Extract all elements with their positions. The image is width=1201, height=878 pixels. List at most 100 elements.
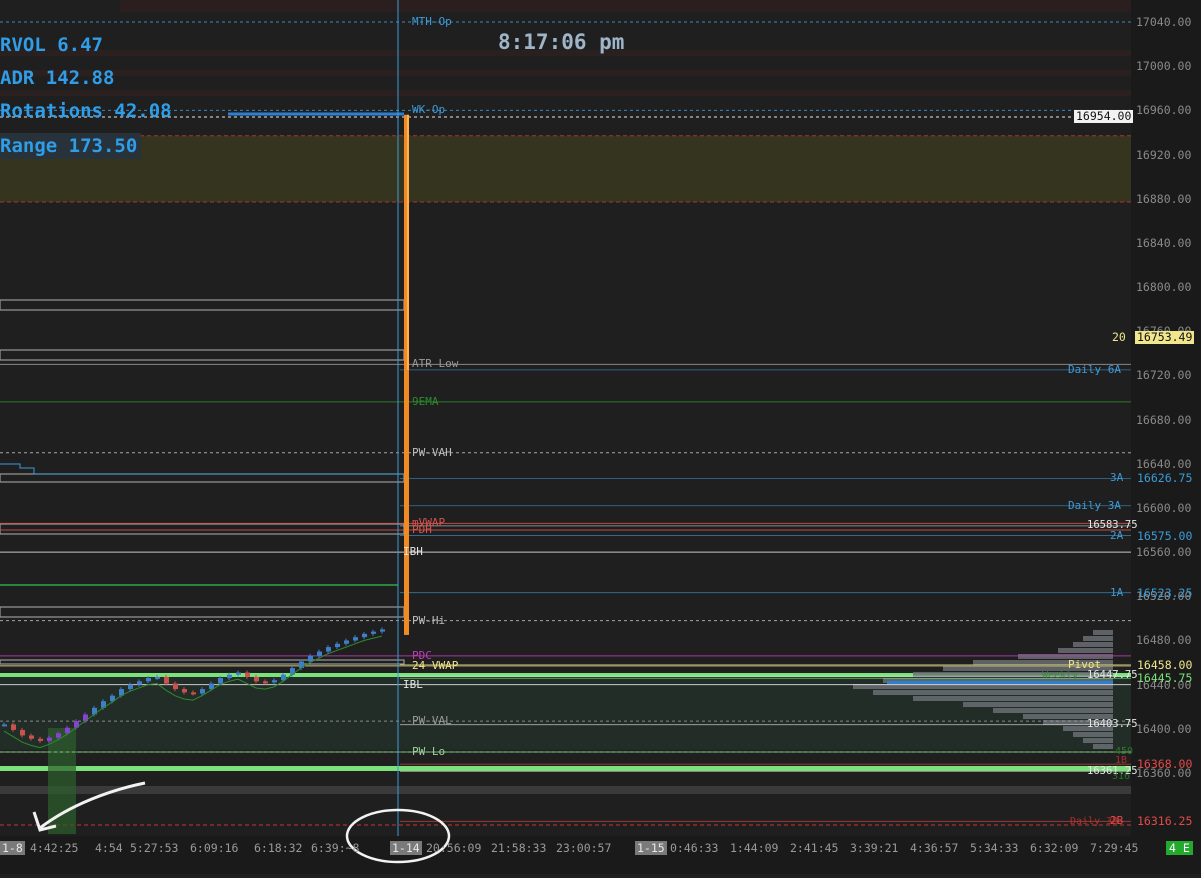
spike-wick xyxy=(407,114,409,370)
level-label-0: MTH-Op xyxy=(412,15,452,28)
y-tick-label-3: 16920.00 xyxy=(1136,147,1192,162)
right-fragment-0: Weekly xyxy=(1042,670,1079,681)
y-tick-label-14: 16480.00 xyxy=(1136,633,1192,648)
x-tick-label-9: 21:58:33 xyxy=(491,841,547,855)
level-label-10: 24 VWAP xyxy=(412,658,459,672)
volume-profile-bar-13 xyxy=(993,708,1113,713)
volume-profile-bar-18 xyxy=(1083,738,1113,743)
level-label-13: PW-Lo xyxy=(412,745,446,759)
level-label-1: WK-Op xyxy=(412,103,446,117)
x-tick-label-6: 6:39:~8 xyxy=(311,841,360,855)
x-tick-label-4: 6:09:16 xyxy=(190,841,239,855)
sma-label: 20 xyxy=(1112,330,1126,344)
chart-area[interactable]: RVOL 6.47 ADR 142.88 Rotations 42.08 Ran… xyxy=(0,0,1201,874)
candle-15 xyxy=(137,681,142,685)
x-tick-label-7: 1-14 xyxy=(390,841,422,855)
y-tick-label-8: 16720.00 xyxy=(1136,368,1192,383)
x-tick-label-13: 1:44:09 xyxy=(730,841,779,855)
level-label-6: PDH xyxy=(412,523,432,537)
right-level-label-5: 1A xyxy=(1110,585,1124,599)
candle-35 xyxy=(317,651,322,656)
candle-37 xyxy=(335,643,340,648)
range-stat: Range 173.50 xyxy=(0,133,142,159)
y-tick-label-16: 16400.00 xyxy=(1136,721,1192,736)
y-tick-label-9: 16680.00 xyxy=(1136,412,1192,427)
candle-42 xyxy=(380,629,385,632)
candle-20 xyxy=(182,689,187,693)
level-label-11: IBL xyxy=(403,677,423,691)
top-band xyxy=(120,0,1131,12)
candle-4 xyxy=(38,738,43,741)
candle-40 xyxy=(362,633,367,638)
volume-profile-bar-17 xyxy=(1073,732,1113,737)
candle-14 xyxy=(128,684,133,690)
candle-1 xyxy=(11,724,16,730)
y-tick-label-12: 16560.00 xyxy=(1136,545,1192,560)
x-tick-label-0: 1-8 xyxy=(0,841,25,855)
candle-16 xyxy=(146,678,151,682)
gray-band xyxy=(0,786,1131,794)
volume-profile-bar-0 xyxy=(1093,630,1113,635)
volume-profile-poc xyxy=(887,681,1113,684)
x-tick-label-17: 5:34:33 xyxy=(970,841,1019,855)
candle-24 xyxy=(218,678,223,684)
right-level-value-7: 16447.75 xyxy=(1087,669,1138,682)
candle-3 xyxy=(29,735,34,739)
candle-10 xyxy=(92,707,97,715)
right-fragment-4: 316 xyxy=(1112,771,1131,782)
y-tick-label-11: 16600.00 xyxy=(1136,500,1192,515)
level-label-4: PW-VAH xyxy=(412,445,452,459)
volume-profile-bar-10 xyxy=(873,690,1113,695)
right-level-label-2: Daily 3A xyxy=(1068,498,1121,512)
candle-19 xyxy=(173,683,178,690)
x-tick-label-10: 23:00:57 xyxy=(556,841,612,855)
right-level-value-10: 16368.00 xyxy=(1137,757,1193,772)
candle-0 xyxy=(2,724,7,727)
candle-2 xyxy=(20,729,25,736)
x-tick-label-3: 5:27:53 xyxy=(130,841,179,855)
volume-profile-bar-11 xyxy=(913,696,1113,701)
y-tick-label-2: 16960.00 xyxy=(1136,103,1192,118)
candle-22 xyxy=(200,689,205,694)
candle-9 xyxy=(83,714,88,722)
candle-6 xyxy=(56,733,61,738)
y-tick-label-0: 17040.00 xyxy=(1136,15,1192,29)
x-tick-label-14: 2:41:45 xyxy=(790,841,839,855)
y-tick-label-4: 16880.00 xyxy=(1136,191,1192,206)
volume-profile-bar-12 xyxy=(963,702,1113,707)
price-chart[interactable] xyxy=(0,0,1201,874)
candle-26 xyxy=(236,672,241,675)
green-band-bottom xyxy=(0,766,1131,771)
level-label-2: ATR Low xyxy=(412,357,459,371)
upper-band-1 xyxy=(0,70,1131,76)
volume-profile-bar-19 xyxy=(1093,744,1113,749)
x-tick-label-12: 0:46:33 xyxy=(670,841,719,855)
right-fragment-3: 1B xyxy=(1115,755,1128,766)
volume-profile-bar-2 xyxy=(1073,642,1113,647)
candle-21 xyxy=(191,692,196,695)
x-tick-label-11: 1-15 xyxy=(635,841,667,855)
level-label-8: PW-Hi xyxy=(412,613,446,627)
right-level-value-5: 16523.25 xyxy=(1137,585,1193,600)
right-level-value-12: 16316.25 xyxy=(1137,814,1193,829)
y-tick-label-10: 16640.00 xyxy=(1136,456,1192,471)
right-level-value-4: 16575.00 xyxy=(1137,528,1193,543)
candle-41 xyxy=(371,631,376,634)
adr-stat: ADR 142.88 xyxy=(0,67,115,89)
right-fragment-1: Daily 3B xyxy=(1070,816,1119,827)
x-tick-label-18: 6:32:09 xyxy=(1030,841,1079,855)
y-tick-label-5: 16840.00 xyxy=(1136,235,1192,250)
level-label-12: PW-VAL xyxy=(412,714,452,728)
volume-profile-bar-1 xyxy=(1083,636,1113,641)
candle-25 xyxy=(227,674,232,679)
candle-17 xyxy=(155,676,160,679)
sma-value-box: 16753.49 xyxy=(1135,330,1195,344)
level-label-3: 9EMA xyxy=(412,394,439,408)
right-level-label-1: 3A xyxy=(1110,471,1124,485)
candle-38 xyxy=(344,640,349,644)
x-tick-label-1: 4:42:25 xyxy=(30,841,79,855)
candle-32 xyxy=(290,668,295,675)
candle-18 xyxy=(164,676,169,684)
x-tick-label-5: 6:18:32 xyxy=(254,841,303,855)
x-tick-label-16: 4:36:57 xyxy=(910,841,959,855)
